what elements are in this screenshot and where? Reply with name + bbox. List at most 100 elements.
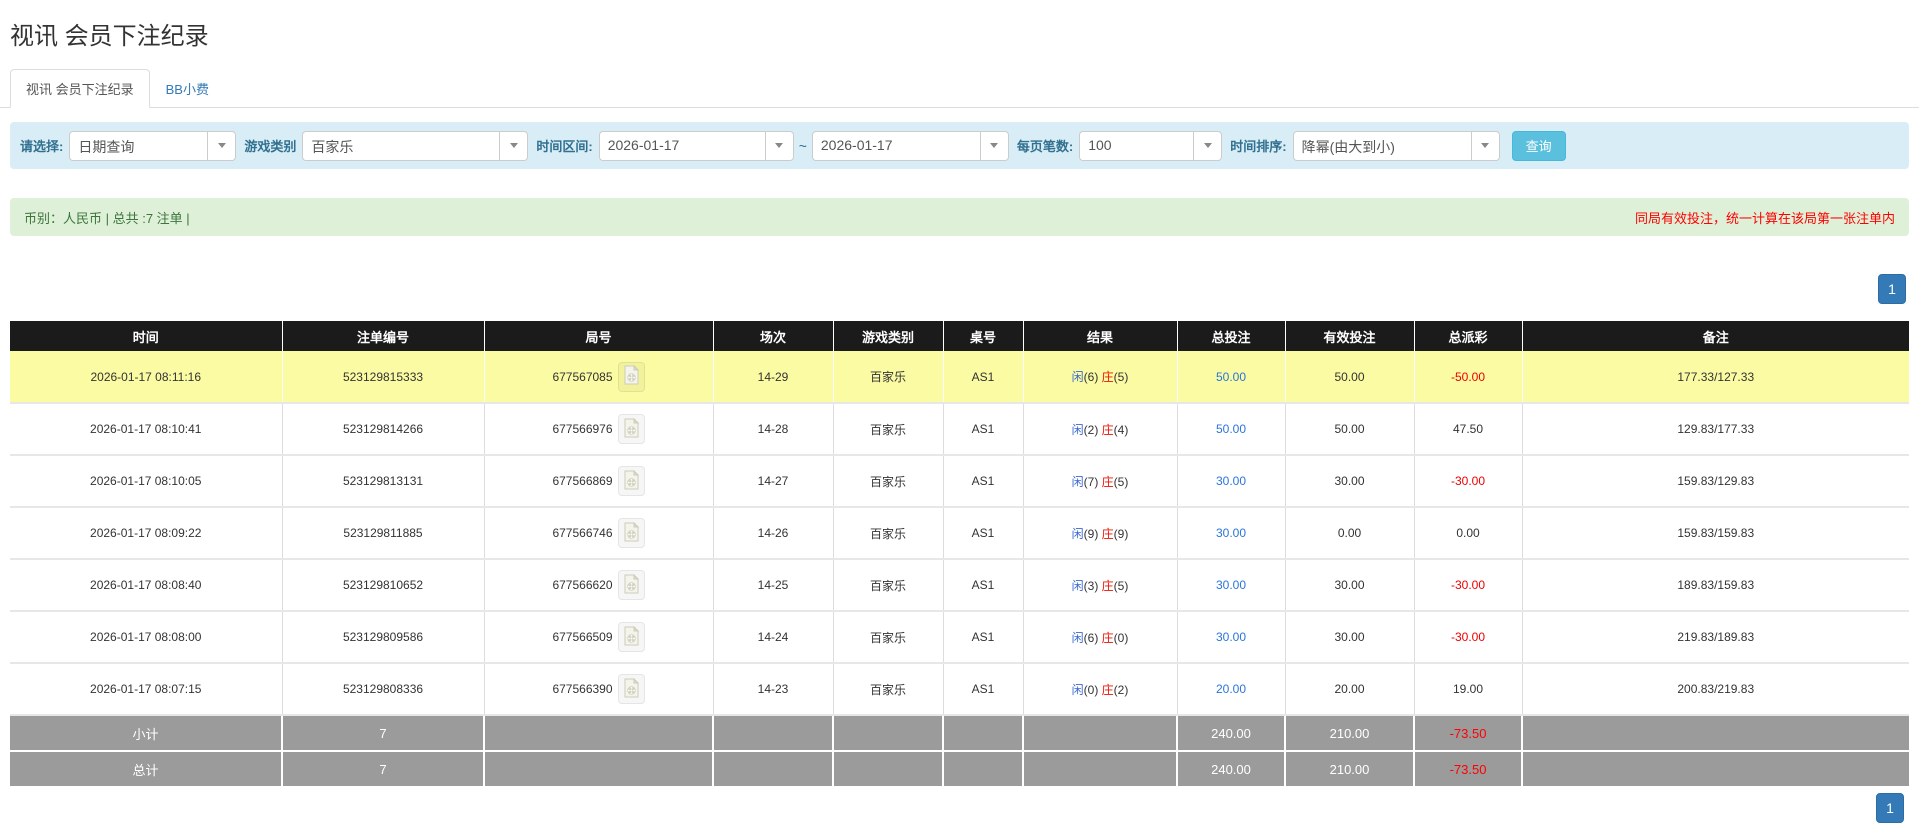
valid-bet-notice-text: 同局有效投注，统一计算在该局第一张注单内 (1634, 210, 1895, 226)
round-cell: 677566976 (484, 403, 714, 456)
banker-result: 庄 (1101, 474, 1114, 489)
query-type-select[interactable]: 日期查询 (69, 130, 237, 161)
bet-time: 2026-01-17 08:10:41 (10, 403, 283, 456)
video-replay-button[interactable] (617, 414, 645, 444)
round-wrap: 677566390 (485, 674, 713, 704)
summary-valid-bet: 210.00 (1285, 751, 1415, 788)
date-to-select[interactable]: 2026-01-17 (811, 130, 1009, 161)
game-type: 百家乐 (833, 403, 944, 456)
chevron-down-icon (775, 143, 784, 148)
bet-id: 523129810652 (282, 559, 485, 612)
column-header: 备注 (1522, 321, 1909, 351)
valid-bet: 30.00 (1285, 559, 1415, 612)
column-header: 场次 (713, 321, 834, 351)
game-type: 百家乐 (833, 611, 944, 664)
round-cell: 677566390 (484, 663, 714, 716)
search-button[interactable]: 查询 (1511, 130, 1566, 161)
page-size-caret-button[interactable] (1193, 130, 1223, 161)
total-bet-link[interactable]: 30.00 (1216, 474, 1246, 488)
time-sort-value[interactable]: 降幂(由大到小) (1292, 130, 1471, 161)
round-cell: 677566869 (484, 455, 714, 508)
table-number: AS1 (943, 351, 1024, 404)
query-type-caret-button[interactable] (207, 130, 237, 161)
result-cell: 闲(7) 庄(5) (1023, 455, 1178, 508)
table-header-row: 时间 注单编号 局号 场次 游戏类别 桌号 结果 总投注 有效投注 总派彩 备注 (10, 321, 1909, 351)
banker-result: 庄 (1101, 578, 1114, 593)
video-replay-button[interactable] (617, 518, 645, 548)
bet-id: 523129814266 (282, 403, 485, 456)
time-sort-select[interactable]: 降幂(由大到小) (1292, 130, 1500, 161)
column-header: 有效投注 (1285, 321, 1415, 351)
time-sort-caret-button[interactable] (1470, 130, 1500, 161)
total-bet-link[interactable]: 30.00 (1216, 578, 1246, 592)
tab-betting-records[interactable]: 视讯 会员下注纪录 (10, 69, 150, 108)
date-from-value[interactable]: 2026-01-17 (598, 130, 765, 161)
round-cell: 677566620 (484, 559, 714, 612)
remark: 200.83/219.83 (1522, 663, 1909, 716)
video-replay-button[interactable] (617, 674, 645, 704)
page-size-select[interactable]: 100 (1079, 130, 1223, 161)
bet-time: 2026-01-17 08:08:40 (10, 559, 283, 612)
bet-id: 523129808336 (282, 663, 485, 716)
session: 14-23 (713, 663, 834, 716)
summary-empty-cell (943, 751, 1024, 788)
banker-result: 庄 (1101, 526, 1114, 541)
total-bet-link[interactable]: 30.00 (1216, 526, 1246, 540)
total-bet-link[interactable]: 20.00 (1216, 682, 1246, 696)
payout: 47.50 (1414, 403, 1523, 456)
result-cell: 闲(3) 庄(5) (1023, 559, 1178, 612)
video-replay-button[interactable] (617, 622, 645, 652)
round-id: 677566509 (552, 630, 613, 644)
column-header: 桌号 (943, 321, 1024, 351)
date-from-caret-button[interactable] (764, 130, 794, 161)
result-cell: 闲(2) 庄(4) (1023, 403, 1178, 456)
payout: 19.00 (1414, 663, 1523, 716)
page-1-button[interactable]: 1 (1876, 793, 1904, 823)
banker-result: 庄 (1101, 422, 1114, 437)
player-result: 闲 (1071, 578, 1084, 593)
table-number: AS1 (943, 403, 1024, 456)
remark: 177.33/127.33 (1522, 351, 1909, 404)
video-replay-button[interactable] (617, 466, 645, 496)
banker-score: (9) (1113, 526, 1129, 541)
summary-valid-bet: 210.00 (1285, 715, 1415, 752)
summary-total-bet: 240.00 (1177, 751, 1286, 788)
pagination-top: 1 (0, 274, 1906, 304)
tab-bar: 视讯 会员下注纪录 BB小费 (0, 69, 1919, 108)
payout: -30.00 (1414, 611, 1523, 664)
banker-score: (5) (1113, 578, 1129, 593)
tab-bb-tips[interactable]: BB小费 (150, 69, 225, 108)
total-bet-cell: 20.00 (1177, 663, 1286, 716)
page-1-button[interactable]: 1 (1878, 274, 1906, 304)
game-type: 百家乐 (833, 559, 944, 612)
date-to-value[interactable]: 2026-01-17 (811, 130, 980, 161)
banker-result: 庄 (1101, 682, 1114, 697)
date-from-select[interactable]: 2026-01-17 (598, 130, 794, 161)
session: 14-28 (713, 403, 834, 456)
total-bet-cell: 30.00 (1177, 611, 1286, 664)
total-bet-link[interactable]: 50.00 (1216, 422, 1246, 436)
query-type-value[interactable]: 日期查询 (69, 130, 208, 161)
column-header: 总派彩 (1414, 321, 1523, 351)
result-cell: 闲(0) 庄(2) (1023, 663, 1178, 716)
video-replay-button[interactable] (617, 361, 645, 392)
summary-empty-cell (1522, 751, 1909, 788)
valid-bet: 50.00 (1285, 351, 1415, 404)
total-bet-link[interactable]: 30.00 (1216, 630, 1246, 644)
page-size-value[interactable]: 100 (1079, 130, 1194, 161)
round-id: 677566746 (552, 526, 613, 540)
game-type-caret-button[interactable] (499, 130, 529, 161)
date-to-caret-button[interactable] (979, 130, 1009, 161)
bet-time: 2026-01-17 08:07:15 (10, 663, 283, 716)
round-wrap: 677566976 (485, 414, 713, 444)
round-cell: 677567085 (484, 351, 714, 404)
banker-score: (5) (1113, 474, 1129, 489)
filter-bar: 请选择: 日期查询 游戏类别 百家乐 时间区间: 2026-01-17 ~ 20… (10, 122, 1909, 169)
video-replay-button[interactable] (617, 570, 645, 600)
total-bet-link[interactable]: 50.00 (1216, 370, 1246, 384)
summary-empty-cell (484, 715, 714, 752)
game-type-select[interactable]: 百家乐 (302, 130, 529, 161)
table-row: 2026-01-17 08:11:16 523129815333 677567085… (10, 351, 1909, 404)
table-number: AS1 (943, 611, 1024, 664)
game-type-value[interactable]: 百家乐 (302, 130, 500, 161)
